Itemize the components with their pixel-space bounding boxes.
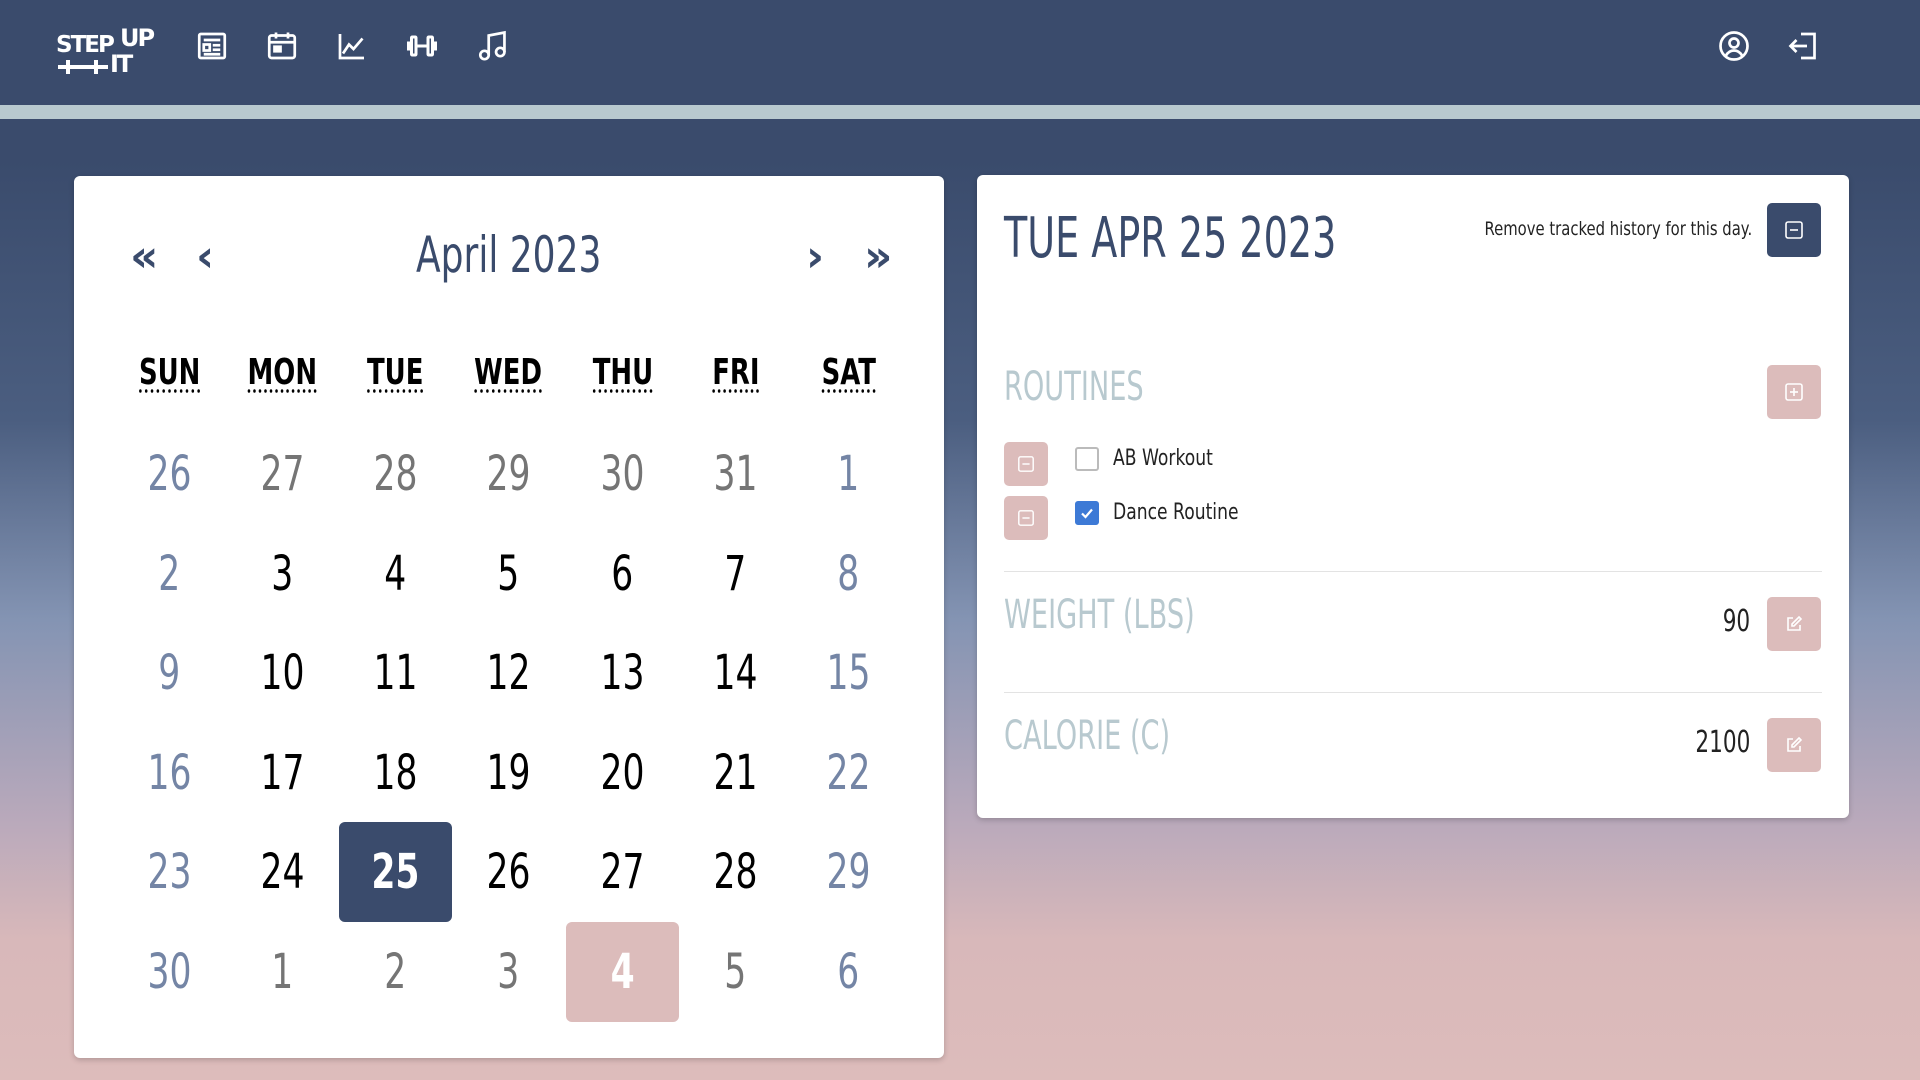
weekday-header: SUN: [138, 352, 201, 393]
calendar-day[interactable]: 3: [452, 922, 565, 1022]
weekday-header: TUE: [367, 352, 424, 393]
calendar-day[interactable]: 7: [679, 524, 792, 624]
calendar-day[interactable]: 5: [679, 922, 792, 1022]
logo-line-2: UP: [120, 24, 155, 52]
calendar-day[interactable]: 22: [792, 723, 905, 823]
remove-history-button[interactable]: [1767, 203, 1821, 257]
calendar-day[interactable]: 4: [339, 524, 452, 624]
plus-square-icon: [1785, 383, 1803, 401]
music-icon[interactable]: [474, 28, 510, 64]
remove-routine-button[interactable]: [1004, 496, 1048, 540]
minus-square-icon: [1785, 221, 1803, 239]
calendar-day-selected[interactable]: 25: [339, 822, 452, 922]
calendar-day[interactable]: 29: [792, 822, 905, 922]
calendar-day[interactable]: 2: [113, 524, 226, 624]
dumbbell-icon[interactable]: [404, 28, 440, 64]
minus-square-icon: [1018, 456, 1034, 472]
logo-line-3: IT: [110, 50, 133, 78]
weekday-header: MON: [247, 352, 318, 393]
calendar-day[interactable]: 31: [679, 424, 792, 524]
calendar-day[interactable]: 12: [452, 623, 565, 723]
barbell-icon: [58, 60, 108, 74]
calendar-day[interactable]: 20: [566, 723, 679, 823]
weekday-header: SAT: [821, 352, 876, 393]
calendar-day[interactable]: 16: [113, 723, 226, 823]
minus-square-icon: [1018, 510, 1034, 526]
logout-icon[interactable]: [1786, 28, 1822, 64]
edit-icon: [1787, 615, 1803, 631]
selected-date-heading: TUE APR 25 2023: [1004, 206, 1337, 271]
next-year-button[interactable]: »: [864, 232, 892, 282]
user-circle-icon[interactable]: [1716, 28, 1752, 64]
calendar-day[interactable]: 26: [452, 822, 565, 922]
weekday-header: THU: [592, 352, 653, 393]
calendar-day[interactable]: 17: [226, 723, 339, 823]
navbar-accent-strip: [0, 105, 1920, 119]
newspaper-icon[interactable]: [194, 28, 230, 64]
calendar-day[interactable]: 11: [339, 623, 452, 723]
next-month-button[interactable]: ›: [806, 232, 824, 282]
calendar-day[interactable]: 2: [339, 922, 452, 1022]
calendar-icon[interactable]: [264, 28, 300, 64]
calendar-day[interactable]: 9: [113, 623, 226, 723]
calendar-day[interactable]: 1: [792, 424, 905, 524]
calendar-day-today[interactable]: 4: [566, 922, 679, 1022]
calendar-day[interactable]: 6: [566, 524, 679, 624]
calendar-day[interactable]: 13: [566, 623, 679, 723]
calendar-day[interactable]: 3: [226, 524, 339, 624]
logo-line-1: STEP: [56, 32, 115, 58]
calendar-day[interactable]: 27: [566, 822, 679, 922]
calorie-value: 2100: [1695, 725, 1750, 760]
calendar-day[interactable]: 30: [566, 424, 679, 524]
add-routine-button[interactable]: [1767, 365, 1821, 419]
edit-weight-button[interactable]: [1767, 597, 1821, 651]
calendar-day[interactable]: 15: [792, 623, 905, 723]
calendar-day[interactable]: 26: [113, 424, 226, 524]
weight-value: 90: [1722, 604, 1750, 639]
calendar-day[interactable]: 28: [679, 822, 792, 922]
routine-label: AB Workout: [1113, 446, 1213, 471]
remove-history-label: Remove tracked history for this day.: [1484, 218, 1752, 240]
routine-checkbox[interactable]: [1075, 447, 1099, 471]
weight-title: WEIGHT (LBS): [1004, 592, 1195, 638]
calendar-day[interactable]: 19: [452, 723, 565, 823]
calendar-day[interactable]: 5: [452, 524, 565, 624]
calendar-day[interactable]: 18: [339, 723, 452, 823]
calorie-title: CALORIE (C): [1004, 713, 1171, 759]
calendar-day[interactable]: 24: [226, 822, 339, 922]
edit-icon: [1787, 736, 1803, 752]
calendar-day[interactable]: 27: [226, 424, 339, 524]
calendar-day[interactable]: 21: [679, 723, 792, 823]
step-up-it-logo[interactable]: STEP UP IT: [56, 24, 155, 78]
calendar-day[interactable]: 1: [226, 922, 339, 1022]
remove-routine-button[interactable]: [1004, 442, 1048, 486]
check-icon: [1081, 508, 1093, 519]
weekday-header: FRI: [711, 352, 760, 393]
edit-calorie-button[interactable]: [1767, 718, 1821, 772]
calendar-day[interactable]: 14: [679, 623, 792, 723]
section-divider: [1004, 571, 1822, 572]
calendar-day[interactable]: 28: [339, 424, 452, 524]
weekday-header: WED: [474, 352, 543, 393]
calendar-day[interactable]: 30: [113, 922, 226, 1022]
routine-label: Dance Routine: [1113, 500, 1239, 525]
routines-title: ROUTINES: [1004, 364, 1144, 410]
section-divider: [1004, 692, 1822, 693]
calendar-day[interactable]: 8: [792, 524, 905, 624]
routine-checkbox[interactable]: [1075, 501, 1099, 525]
calendar-day[interactable]: 10: [226, 623, 339, 723]
calendar-day[interactable]: 6: [792, 922, 905, 1022]
chart-line-icon[interactable]: [334, 28, 370, 64]
calendar-day[interactable]: 29: [452, 424, 565, 524]
calendar-day[interactable]: 23: [113, 822, 226, 922]
